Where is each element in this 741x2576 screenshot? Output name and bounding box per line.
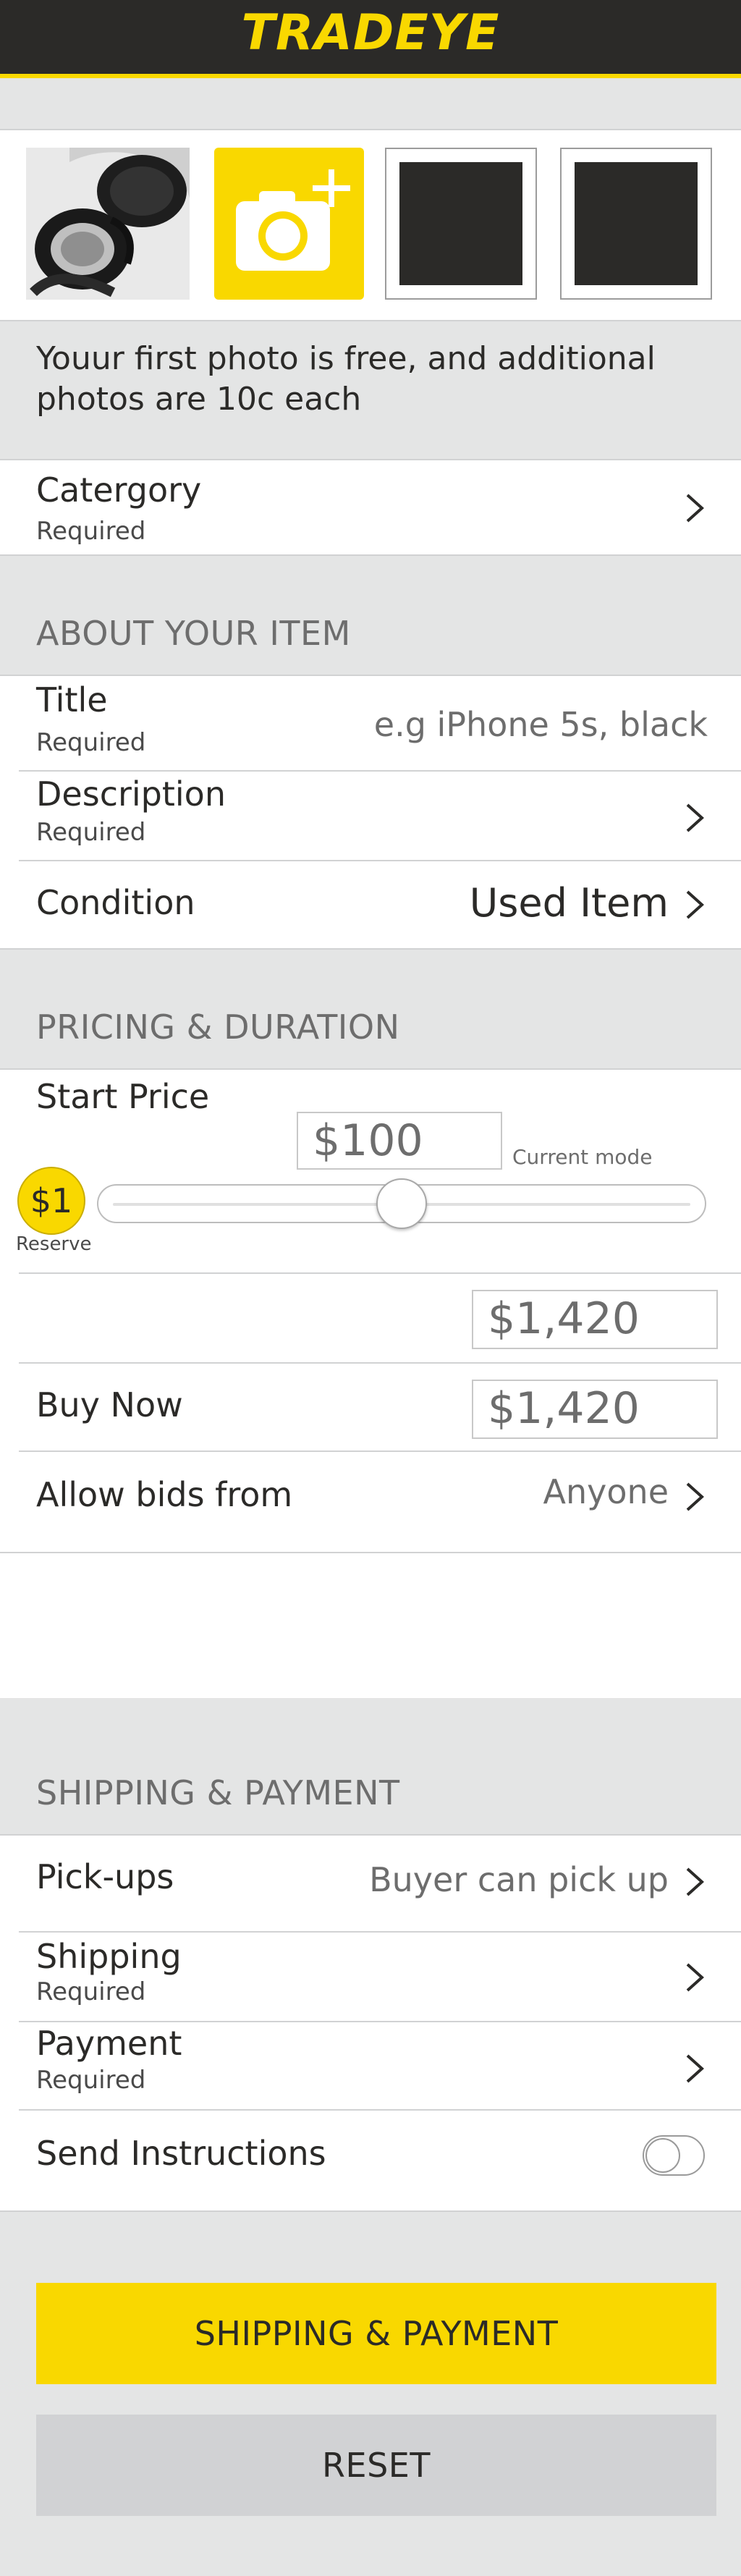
title-input[interactable]: e.g iPhone 5s, black	[374, 705, 708, 744]
reserve-label: Reserve	[16, 1233, 92, 1255]
pickups-label: Pick-ups	[36, 1857, 174, 1896]
add-photo-button[interactable]	[214, 148, 364, 300]
title-label: Title	[36, 680, 108, 719]
photo-placeholder	[399, 162, 522, 285]
category-row[interactable]: Catergory Required	[0, 459, 741, 556]
condition-label: Condition	[36, 883, 195, 922]
payment-label: Payment	[36, 2024, 182, 2063]
toggle-knob	[645, 2138, 680, 2173]
buy-now-input[interactable]: $1,420	[472, 1380, 718, 1439]
title-required: Required	[36, 728, 146, 757]
price-slider-handle[interactable]	[376, 1178, 427, 1229]
photo-thumbnail-headphones[interactable]	[26, 148, 190, 300]
divider	[19, 2021, 741, 2022]
section-pricing-duration: PRICING & DURATION	[36, 1008, 400, 1047]
section-about-your-item: ABOUT YOUR ITEM	[36, 614, 351, 653]
photo-slot-empty[interactable]	[385, 148, 537, 300]
chevron-right-icon[interactable]	[680, 1865, 709, 1899]
category-label: Catergory	[36, 470, 202, 510]
shipping-required: Required	[36, 1977, 146, 2006]
description-label: Description	[36, 774, 226, 814]
amount-input[interactable]: $1,420	[472, 1290, 718, 1349]
shipping-payment-button[interactable]: SHIPPING & PAYMENT	[36, 2283, 716, 2384]
about-item-group: Title Required e.g iPhone 5s, black Desc…	[0, 675, 741, 950]
app-logo: TRADEYE	[241, 4, 500, 62]
shipping-group: Pick-ups Buyer can pick up Shipping Requ…	[0, 1834, 741, 2212]
section-shipping-payment: SHIPPING & PAYMENT	[36, 1773, 400, 1812]
headphones-image-icon	[26, 148, 190, 300]
payment-required: Required	[36, 2066, 146, 2095]
send-instructions-label: Send Instructions	[36, 2134, 326, 2173]
shipping-label: Shipping	[36, 1937, 182, 1976]
divider	[19, 770, 741, 772]
category-required: Required	[36, 517, 146, 546]
divider	[19, 1931, 741, 1933]
divider	[19, 860, 741, 861]
photo-placeholder	[575, 162, 698, 285]
divider	[19, 1450, 741, 1452]
chevron-right-icon[interactable]	[680, 1479, 709, 1514]
camera-plus-icon	[236, 169, 350, 271]
divider	[19, 2109, 741, 2111]
divider	[19, 1272, 741, 1274]
condition-value[interactable]: Used Item	[470, 880, 669, 926]
photo-slot-empty[interactable]	[560, 148, 712, 300]
allow-bids-value[interactable]: Anyone	[543, 1472, 669, 1511]
current-mode-label: Current mode	[512, 1145, 653, 1169]
reset-button[interactable]: RESET	[36, 2415, 716, 2516]
chevron-right-icon[interactable]	[680, 2051, 709, 2086]
photo-strip	[0, 129, 741, 321]
divider	[19, 1362, 741, 1364]
start-price-label: Start Price	[36, 1077, 210, 1116]
send-instructions-toggle[interactable]	[643, 2135, 705, 2176]
pickups-value[interactable]: Buyer can pick up	[369, 1860, 669, 1899]
allow-bids-label: Allow bids from	[36, 1475, 293, 1514]
buy-now-label: Buy Now	[36, 1385, 183, 1424]
chevron-right-icon[interactable]	[680, 801, 709, 835]
photo-pricing-note: Youur first photo is free, and additiona…	[36, 340, 656, 418]
chevron-right-icon[interactable]	[680, 887, 709, 922]
start-price-input[interactable]: $100	[297, 1112, 502, 1170]
reserve-badge: $1	[17, 1167, 85, 1235]
spacer	[0, 1553, 741, 1698]
app-header: TRADEYE	[0, 0, 741, 78]
chevron-right-icon[interactable]	[680, 1960, 709, 1995]
chevron-right-icon	[686, 494, 704, 523]
description-required: Required	[36, 818, 146, 847]
